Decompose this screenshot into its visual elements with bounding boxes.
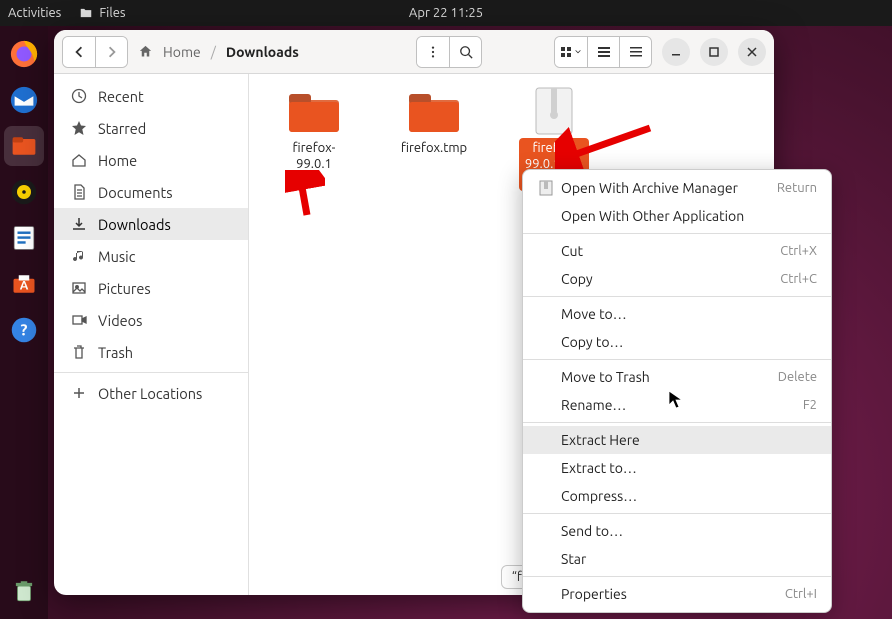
activities-button[interactable]: Activities [8,6,61,20]
nav-buttons [62,36,128,68]
sidebar-item-videos[interactable]: Videos [54,304,248,336]
sidebar-item-label: Trash [98,344,133,361]
cm-rename[interactable]: Rename…F2 [523,391,831,419]
cm-extract-here[interactable]: Extract Here [523,426,831,454]
file-folder-firefox-tmp[interactable]: firefox.tmp [389,88,479,158]
file-folder-firefox-99[interactable]: firefox-99.0.1 [269,88,359,175]
archive-icon [537,180,555,196]
clock-icon [70,87,88,105]
sidebar-item-starred[interactable]: Starred [54,112,248,144]
dock-firefox[interactable] [4,34,44,74]
svg-text:?: ? [21,320,28,338]
cm-open-other[interactable]: Open With Other Application [523,202,831,230]
current-app[interactable]: Files [79,6,125,20]
icon-view-button[interactable] [555,37,587,67]
cm-send-to[interactable]: Send to… [523,517,831,545]
sidebar-item-documents[interactable]: Documents [54,176,248,208]
cm-copy[interactable]: CopyCtrl+C [523,265,831,293]
archive-icon [526,88,582,134]
sidebar-item-label: Home [98,152,137,169]
dock-software[interactable]: A [4,264,44,304]
menu-search-group [416,36,482,68]
sidebar-item-label: Documents [98,184,173,201]
sidebar-item-trash[interactable]: Trash [54,336,248,368]
sidebar-item-recent[interactable]: Recent [54,80,248,112]
video-icon [70,311,88,329]
dock-thunderbird[interactable] [4,80,44,120]
cm-move-trash[interactable]: Move to TrashDelete [523,363,831,391]
home-icon [138,44,153,59]
sidebar-item-label: Recent [98,88,144,105]
home-icon [70,151,88,169]
folder-icon [286,88,342,134]
dock-files[interactable] [4,126,44,166]
list-view-button[interactable] [587,37,619,67]
search-button[interactable] [449,37,481,67]
cm-move-to[interactable]: Move to… [523,300,831,328]
sidebar-item-music[interactable]: Music [54,240,248,272]
view-menu-button[interactable] [417,37,449,67]
cm-copy-to[interactable]: Copy to… [523,328,831,356]
star-icon [70,119,88,137]
cm-extract-to[interactable]: Extract to… [523,454,831,482]
hamburger-button[interactable] [619,37,651,67]
svg-text:A: A [20,279,29,292]
context-menu: Open With Archive ManagerReturn Open Wit… [522,169,832,613]
sidebar-item-label: Videos [98,312,142,329]
picture-icon [70,279,88,297]
crumb-home[interactable]: Home [159,42,205,62]
file-label: firefox-99.0.1 [269,138,359,175]
dock-trash[interactable] [4,571,44,611]
doc-icon [70,183,88,201]
sidebar-item-label: Other Locations [98,385,202,402]
cm-open-archive-manager[interactable]: Open With Archive ManagerReturn [523,174,831,202]
maximize-button[interactable] [700,38,728,66]
cm-cut[interactable]: CutCtrl+X [523,237,831,265]
dock: A ? [0,26,48,619]
forward-button[interactable] [95,37,127,67]
plus-icon [70,384,88,402]
clock[interactable]: Apr 22 11:25 [0,6,892,20]
file-label: firefox.tmp [395,138,473,158]
headerbar: Home / Downloads [54,30,774,74]
sidebar-other-locations[interactable]: Other Locations [54,377,248,409]
minimize-button[interactable] [662,38,690,66]
download-icon [70,215,88,233]
dock-libreoffice[interactable] [4,218,44,258]
sidebar-item-label: Downloads [98,216,171,233]
sidebar-item-label: Starred [98,120,146,137]
sidebar-item-downloads[interactable]: Downloads [54,208,248,240]
sidebar-item-label: Music [98,248,135,265]
dock-rhythmbox[interactable] [4,172,44,212]
view-switcher [554,36,652,68]
sidebar: Recent Starred Home Documents Downloads … [54,74,249,595]
gnome-top-bar: Activities Files Apr 22 11:25 [0,0,892,26]
music-icon [70,247,88,265]
trash-icon [70,343,88,361]
cm-star[interactable]: Star [523,545,831,573]
crumb-downloads[interactable]: Downloads [222,42,303,62]
sidebar-item-home[interactable]: Home [54,144,248,176]
files-icon [79,6,93,20]
sidebar-item-pictures[interactable]: Pictures [54,272,248,304]
dock-help[interactable]: ? [4,310,44,350]
cm-properties[interactable]: PropertiesCtrl+I [523,580,831,608]
sidebar-item-label: Pictures [98,280,151,297]
back-button[interactable] [63,37,95,67]
cm-compress[interactable]: Compress… [523,482,831,510]
close-button[interactable] [738,38,766,66]
breadcrumb: Home / Downloads [138,42,410,62]
folder-icon [406,88,462,134]
